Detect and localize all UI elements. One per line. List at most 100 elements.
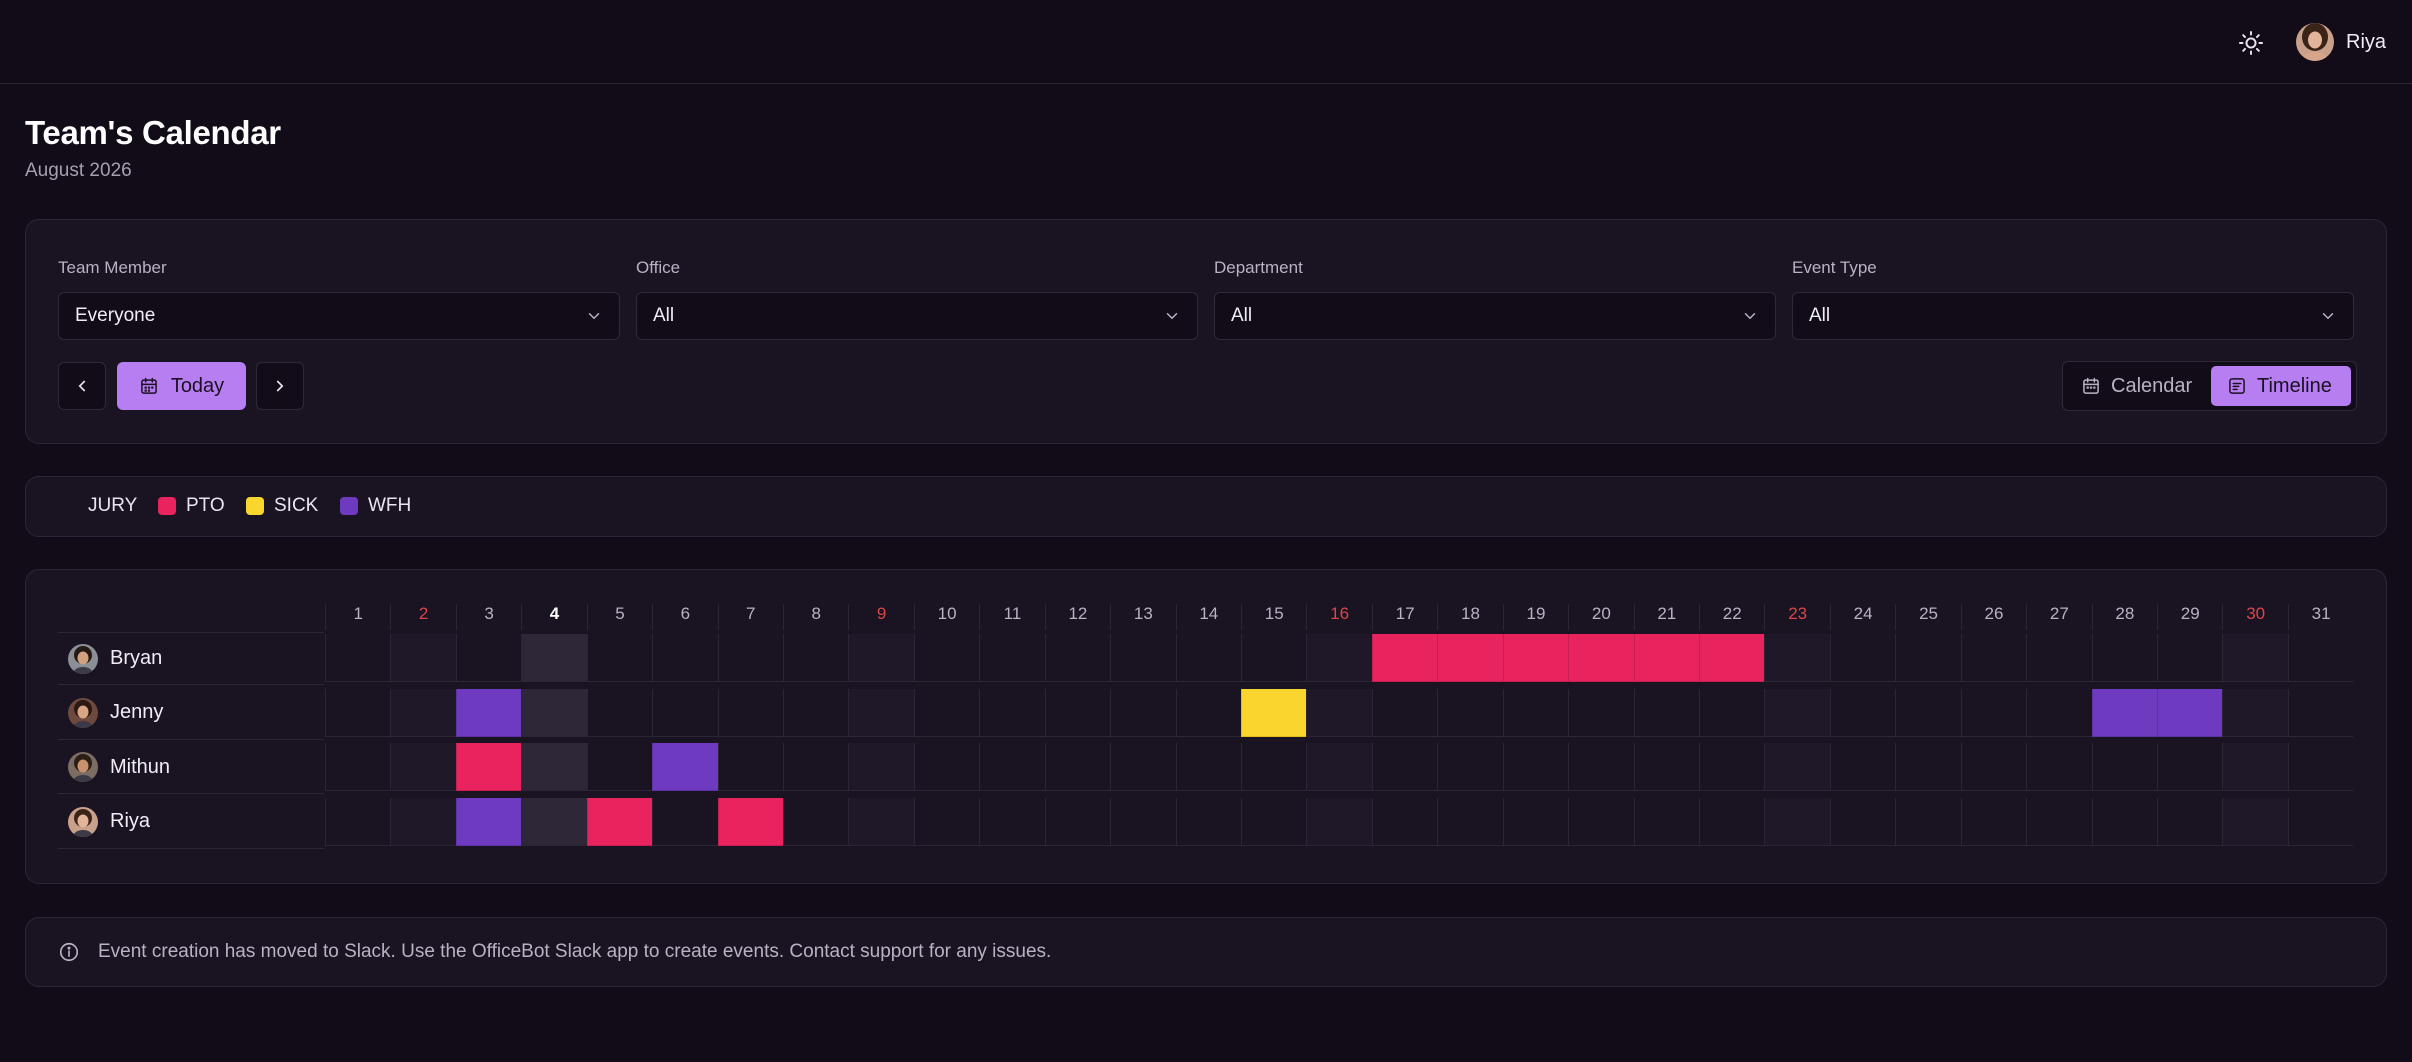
day-cell [1699,688,1765,737]
event-cell-wfh[interactable] [2157,688,2223,737]
day-header: 15 [1241,604,1306,630]
day-cell [979,634,1045,682]
chevron-right-icon [276,380,284,392]
member-name: Jenny [110,701,164,723]
filter-label: Department [1214,258,1303,277]
today-button[interactable]: Today [117,362,246,410]
office-select[interactable]: All [636,292,1198,340]
calendar-icon [140,377,157,394]
event-cell-wfh[interactable] [455,688,522,737]
day-cell [913,743,980,791]
day-cell [521,634,587,682]
event-cell-wfh[interactable] [2091,688,2158,737]
day-header: 29 [2157,604,2222,630]
day-cell [325,634,391,682]
day-cell [325,688,391,737]
calendar-icon [2083,377,2099,394]
event-cell-pto[interactable] [1633,634,1700,682]
day-cell [652,688,718,737]
avatar [2296,23,2334,61]
day-cell [586,634,653,682]
day-cell [1110,634,1176,682]
day-cell [1895,634,1961,682]
select-value: Everyone [75,305,156,326]
event-cell-pto[interactable] [455,743,522,791]
team-member-filter: Team Member Everyone [58,258,620,340]
theme-toggle-button[interactable] [2234,26,2268,60]
event-cell-pto[interactable] [586,797,653,846]
page-subtitle: August 2026 [25,160,132,181]
event-cell-pto[interactable] [1699,634,1765,682]
chevron-down-icon [2322,313,2334,320]
day-header: 21 [1633,604,1699,630]
legend-label: WFH [368,495,412,516]
department-select[interactable]: All [1214,292,1776,340]
day-header: 4 [521,604,586,630]
event-cell-wfh[interactable] [455,797,522,846]
event-cell-pto[interactable] [717,797,783,846]
day-cell [717,743,783,791]
legend-label: JURY [88,495,138,516]
day-header: 20 [1568,604,1633,630]
day-cell [1306,797,1372,846]
member-name: Riya [110,810,151,832]
previous-month-button[interactable] [58,362,106,410]
day-cell [848,743,914,791]
day-cell [1044,797,1111,846]
day-cell [2091,797,2158,846]
office-filter: Office All [636,258,1198,340]
day-cell [783,634,849,682]
day-cell [652,634,718,682]
day-cell [1502,797,1569,846]
view-calendar-button[interactable]: Calendar [2077,366,2205,406]
day-cell [1502,688,1569,737]
day-cell [325,743,391,791]
day-cell [979,688,1045,737]
member-row-label: Mithun [58,741,324,794]
day-cell [717,634,783,682]
event-cell-pto[interactable] [1502,634,1569,682]
day-cell [1633,743,1700,791]
event-cell-wfh[interactable] [652,743,718,791]
avatar [68,643,98,674]
day-cell [521,797,587,846]
day-header: 14 [1175,604,1241,630]
day-cell [1699,797,1765,846]
day-cell [1044,743,1111,791]
day-cell [1306,743,1372,791]
day-cell [1895,797,1961,846]
event-cell-sick[interactable] [1241,688,1307,737]
info-icon [59,942,79,962]
day-cell [390,688,456,737]
day-cell [1371,743,1438,791]
day-cell [1895,743,1961,791]
day-cell [586,688,653,737]
member-row-label: Bryan [58,632,324,685]
view-timeline-label: Timeline [2257,374,2332,397]
day-cell [1437,797,1503,846]
day-header: 30 [2222,604,2287,630]
team-member-select[interactable]: Everyone [58,292,620,340]
day-header: 22 [1699,604,1764,630]
top-bar: Riya [0,0,2412,84]
filter-label: Team Member [58,258,167,277]
legend-swatch [246,497,264,515]
timeline-icon [2229,378,2245,394]
day-cell [1110,688,1176,737]
day-header: 9 [848,604,913,630]
legend-swatch [158,497,176,515]
day-cell [1764,688,1830,737]
event-type-select[interactable]: All [1792,292,2354,340]
day-cell [1044,688,1111,737]
next-month-button[interactable] [256,362,304,410]
event-cell-pto[interactable] [1568,634,1634,682]
event-type-filter: Event Type All [1792,258,2354,340]
member-row-label: Riya [58,796,324,849]
event-cell-pto[interactable] [1437,634,1503,682]
user-menu[interactable]: Riya [2296,22,2386,62]
view-timeline-button[interactable]: Timeline [2211,366,2351,406]
event-cell-pto[interactable] [1371,634,1438,682]
day-cell [2091,743,2158,791]
day-cell [390,634,456,682]
day-cell [1437,688,1503,737]
